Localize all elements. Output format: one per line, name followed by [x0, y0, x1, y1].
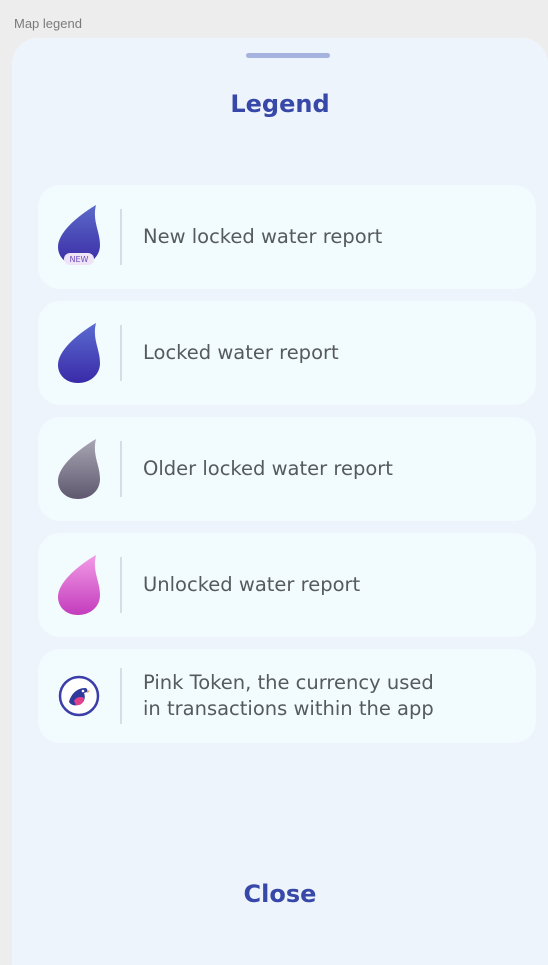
window-title: Map legend [14, 16, 82, 31]
water-drop-unlocked-icon [54, 553, 104, 617]
legend-item-label: Pink Token, the currency used in transac… [143, 670, 516, 722]
water-drop-locked-icon [54, 321, 104, 385]
pink-token-bird-icon [54, 664, 104, 728]
legend-item-unlocked: Unlocked water report [38, 533, 536, 637]
legend-item-older-locked: Older locked water report [38, 417, 536, 521]
water-drop-older-icon [54, 437, 104, 501]
item-divider [120, 325, 122, 381]
legend-item-label-line1: Pink Token, the currency used [143, 671, 434, 694]
legend-item-pink-token: Pink Token, the currency used in transac… [38, 649, 536, 743]
item-divider [120, 668, 122, 724]
legend-item-new-locked: NEW New locked water report [38, 185, 536, 289]
water-drop-new-icon: NEW [54, 203, 104, 267]
drag-handle[interactable] [246, 53, 330, 58]
legend-title: Legend [230, 90, 330, 118]
legend-item-label-line2: in transactions within the app [143, 697, 434, 720]
close-button[interactable]: Close [12, 880, 548, 908]
new-badge: NEW [70, 255, 89, 264]
legend-item-label: Locked water report [143, 341, 339, 364]
legend-item-label: New locked water report [143, 225, 383, 248]
legend-item-label: Older locked water report [143, 457, 393, 480]
legend-item-locked: Locked water report [38, 301, 536, 405]
item-divider [120, 209, 122, 265]
legend-sheet: Legend NEW New locked water report Locke… [12, 38, 548, 965]
legend-item-label: Unlocked water report [143, 573, 361, 596]
item-divider [120, 441, 122, 497]
item-divider [120, 557, 122, 613]
